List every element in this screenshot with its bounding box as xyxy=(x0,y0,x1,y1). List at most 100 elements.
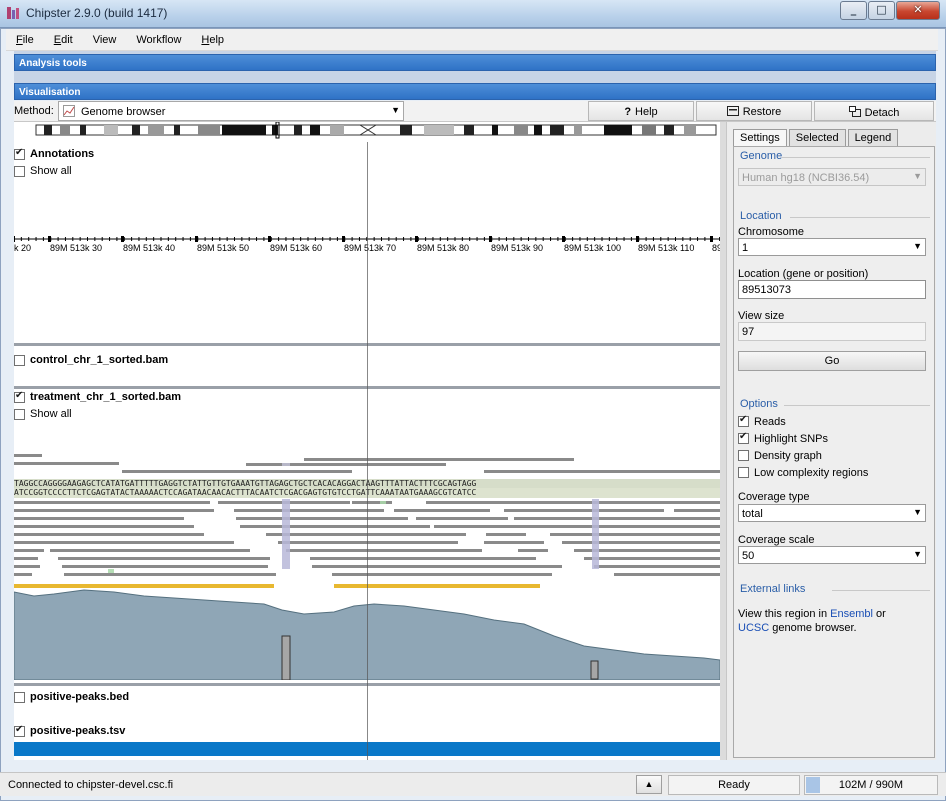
option-density-graph[interactable]: Density graph xyxy=(738,449,822,462)
section-divider xyxy=(784,405,930,406)
coverage-type-value: total xyxy=(742,508,763,520)
window-controls: _ □ ✕ xyxy=(839,1,940,20)
ext-text: View this region in xyxy=(738,608,828,620)
menu-view[interactable]: View xyxy=(83,34,127,46)
title-bar[interactable]: Chipster 2.9.0 (build 1417) _ □ ✕ xyxy=(0,0,946,28)
highlight-snps-checkbox[interactable] xyxy=(738,431,749,444)
annotations-checkbox[interactable] xyxy=(14,147,25,160)
tab-legend[interactable]: Legend xyxy=(847,129,899,147)
menu-workflow-label: Workflow xyxy=(136,33,182,46)
go-button[interactable]: Go xyxy=(738,351,926,371)
close-icon: ✕ xyxy=(913,3,923,16)
peaks-bed-checkbox[interactable] xyxy=(14,691,25,703)
density-graph-label: Density graph xyxy=(754,449,822,462)
chipster-app-icon xyxy=(7,7,19,19)
view-size-field[interactable]: 97 xyxy=(738,322,926,341)
annotations-show-all-checkbox[interactable] xyxy=(14,165,25,177)
tab-settings[interactable]: Settings xyxy=(733,129,787,147)
peaks-bed-label: positive-peaks.bed xyxy=(30,691,130,703)
coverage-type-label: Coverage type xyxy=(738,491,810,503)
ruler-tick-label: 89M 513k 70 xyxy=(344,243,397,253)
chevron-down-icon: ▼ xyxy=(391,105,400,115)
section-divider xyxy=(832,590,930,591)
treatment-checkbox[interactable] xyxy=(14,390,25,403)
chevron-up-icon: ▲ xyxy=(644,779,654,789)
restore-button[interactable]: Restore xyxy=(696,101,812,121)
control-track-toggle[interactable]: control_chr_1_sorted.bam xyxy=(14,353,168,367)
menu-help[interactable]: Help xyxy=(191,34,234,46)
treatment-track-toggle[interactable]: treatment_chr_1_sorted.bam xyxy=(14,390,181,404)
method-select[interactable]: Genome browser ▼ xyxy=(58,101,404,121)
detach-button[interactable]: Detach xyxy=(814,101,934,121)
option-highlight-snps[interactable]: Highlight SNPs xyxy=(738,431,828,445)
memory-usage: 102M / 990M xyxy=(804,775,938,795)
memory-bar-fill xyxy=(806,777,820,793)
minimize-icon: _ xyxy=(850,3,857,16)
chevron-down-icon: ▼ xyxy=(913,241,922,251)
coverage-scale-select[interactable]: 50 ▼ xyxy=(738,546,926,564)
visualisation-toolbar: Method: Genome browser ▼ ? Help Restore D… xyxy=(14,101,936,122)
ruler-tick-label: 89M 513k 30 xyxy=(50,243,103,253)
task-panel-toggle[interactable]: ▲ xyxy=(636,775,662,794)
ruler-tick-label: 89M 513k 110 xyxy=(638,243,695,253)
options-section-title: Options xyxy=(740,398,778,410)
status-bar: Connected to chipster-devel.csc.fi ▲ Rea… xyxy=(0,772,946,796)
connection-status: Connected to chipster-devel.csc.fi xyxy=(8,779,174,791)
coverage-type-select[interactable]: total ▼ xyxy=(738,504,926,522)
peaks-bed-toggle[interactable]: positive-peaks.bed xyxy=(14,690,129,704)
density-graph-checkbox[interactable] xyxy=(738,450,749,461)
option-reads[interactable]: Reads xyxy=(738,414,786,428)
visualisation-bar[interactable]: Visualisation xyxy=(14,83,936,100)
chevron-down-icon: ▼ xyxy=(913,171,922,181)
maximize-button[interactable]: □ xyxy=(868,1,895,20)
treatment-show-all[interactable]: Show all xyxy=(14,407,72,421)
peaks-tsv-checkbox[interactable] xyxy=(14,724,25,737)
chromosome-select[interactable]: 1 ▼ xyxy=(738,238,926,256)
menu-workflow[interactable]: Workflow xyxy=(126,34,191,46)
control-checkbox[interactable] xyxy=(14,354,25,366)
chromosome-ideogram[interactable] xyxy=(14,122,720,140)
method-label: Method: xyxy=(14,105,54,117)
reads-label: Reads xyxy=(754,415,786,428)
peaks-tsv-toggle[interactable]: positive-peaks.tsv xyxy=(14,724,125,738)
detach-label: Detach xyxy=(864,107,900,119)
close-button[interactable]: ✕ xyxy=(896,1,940,20)
restore-label: Restore xyxy=(742,106,782,118)
genome-select[interactable]: Human hg18 (NCBI36.54) ▼ xyxy=(738,168,926,186)
location-input[interactable]: 89513073 xyxy=(738,280,926,299)
menu-file-label: ile xyxy=(22,33,34,46)
treatment-track-label: treatment_chr_1_sorted.bam xyxy=(30,391,182,403)
tab-selected[interactable]: Selected xyxy=(788,129,846,147)
annotations-show-all[interactable]: Show all xyxy=(14,164,72,178)
treatment-show-all-checkbox[interactable] xyxy=(14,408,25,420)
control-track-label: control_chr_1_sorted.bam xyxy=(30,354,169,366)
window-title: Chipster 2.9.0 (build 1417) xyxy=(26,6,168,20)
ruler-tick-label: 89M 513k 100 xyxy=(564,243,622,253)
menu-file-mnemonic: F xyxy=(16,33,23,46)
detach-icon xyxy=(848,106,861,117)
option-low-complexity[interactable]: Low complexity regions xyxy=(738,466,868,479)
treatment-show-all-label: Show all xyxy=(30,408,72,420)
genome-section-title: Genome xyxy=(740,150,783,162)
low-complexity-checkbox[interactable] xyxy=(738,467,749,478)
help-button[interactable]: ? Help xyxy=(588,101,694,121)
task-status: Ready xyxy=(668,775,800,795)
settings-tabs: Settings Selected Legend xyxy=(733,129,900,147)
ucsc-link[interactable]: UCSC xyxy=(738,622,769,634)
analysis-tools-bar[interactable]: Analysis tools xyxy=(14,54,936,71)
menu-edit[interactable]: Edit xyxy=(44,34,83,46)
annotations-label: Annotations xyxy=(30,148,95,160)
annotations-track-toggle[interactable]: Annotations xyxy=(14,147,94,161)
genome-browser-view[interactable]: Annotations Show all k 20 89M 513k 30 89M … xyxy=(14,122,720,760)
ext-text: genome browser. xyxy=(772,622,857,634)
genome-value: Human hg18 (NCBI36.54) xyxy=(742,172,870,184)
minimize-button[interactable]: _ xyxy=(840,1,867,20)
restore-icon xyxy=(726,106,739,116)
panel-divider[interactable] xyxy=(14,71,936,83)
settings-panel: Settings Selected Legend Genome Human hg… xyxy=(726,122,936,760)
memory-usage-label: 102M / 990M xyxy=(838,779,904,791)
reads-checkbox[interactable] xyxy=(738,414,749,427)
ensembl-link[interactable]: Ensembl xyxy=(830,608,873,620)
menu-file[interactable]: File xyxy=(6,34,44,46)
menu-help-label: elp xyxy=(209,33,225,46)
